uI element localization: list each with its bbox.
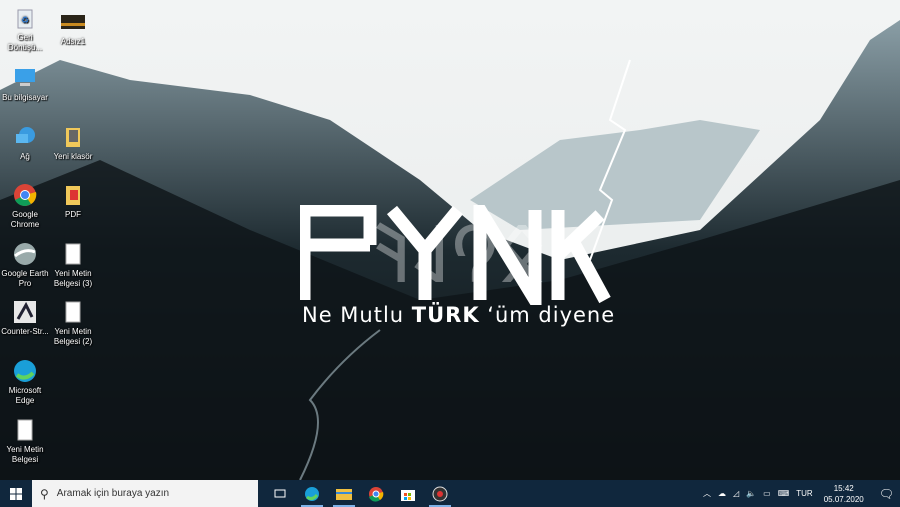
start-button[interactable] <box>0 480 32 507</box>
computer-icon <box>13 66 37 90</box>
taskbar: ⚲ Aramak için buraya yazın ︿ ☁ ◿ 🔈 ▭ ⌨ TU… <box>0 480 900 507</box>
chrome-icon <box>369 486 384 502</box>
text-file-icon <box>61 300 85 324</box>
runes-text: 𐰋𐰘𐰞𐰚 <box>374 208 546 301</box>
edge-icon <box>13 359 37 383</box>
folder-icon <box>336 489 352 500</box>
image-file-icon <box>61 10 85 34</box>
clock-date: 05.07.2020 <box>823 494 864 504</box>
text-file-icon <box>13 418 37 442</box>
desktop-icon-new-folder[interactable]: Yeni klasör <box>48 125 98 162</box>
search-placeholder: Aramak için buraya yazın <box>56 488 170 499</box>
wallpaper-slogan: Ne Mutlu TÜRK ‘üm diyene <box>302 303 615 327</box>
chrome-icon <box>13 183 37 207</box>
desktop-icon-recycle-bin[interactable]: ♻ Geri Dönüşü... <box>0 6 50 53</box>
desktop-icon-label: Counter-Str... <box>1 327 49 336</box>
taskbar-file-explorer[interactable] <box>328 480 360 507</box>
disc-icon <box>432 486 448 501</box>
keyboard-icon[interactable]: ⌨ <box>778 489 790 498</box>
svg-text:♻: ♻ <box>21 15 29 25</box>
edge-icon <box>305 486 319 501</box>
folder-icon <box>61 125 85 149</box>
desktop-icon-text[interactable]: Yeni Metin Belgesi <box>0 418 50 465</box>
store-icon <box>401 489 415 501</box>
windows-icon <box>10 487 22 500</box>
desktop-icon-label: Yeni Metin Belgesi <box>6 445 44 464</box>
desktop-icon-label: PDF <box>65 210 81 219</box>
notification-icon[interactable]: 🗨 <box>879 487 894 501</box>
desktop-icon-adsiz1[interactable]: Adsız1 <box>48 10 98 47</box>
taskbar-edge[interactable] <box>296 480 328 507</box>
recycle-bin-icon: ♻ <box>13 6 37 30</box>
task-view-button[interactable] <box>264 480 296 507</box>
desktop-icon-label: Google Earth Pro <box>1 269 49 288</box>
volume-icon[interactable]: 🔈 <box>746 489 756 498</box>
desktop-icon-label: Yeni klasör <box>53 152 93 161</box>
battery-icon[interactable]: ▭ <box>763 489 771 498</box>
onedrive-icon[interactable]: ☁ <box>718 489 726 498</box>
taskbar-store[interactable] <box>392 480 424 507</box>
network-icon <box>13 125 37 149</box>
task-view-icon <box>274 489 286 497</box>
desktop-icon-this-pc[interactable]: Bu bilgisayar <box>0 66 50 103</box>
clock-time: 15:42 <box>833 483 854 493</box>
desktop-icon-pdf[interactable]: PDF <box>48 183 98 220</box>
language-indicator[interactable]: TUR <box>796 489 812 498</box>
desktop-icon-text-3[interactable]: Yeni Metin Belgesi (3) <box>48 242 98 289</box>
desktop-icon-label: Yeni Metin Belgesi (3) <box>53 269 93 288</box>
text-file-icon <box>61 242 85 266</box>
chevron-up-icon[interactable]: ︿ <box>703 488 711 499</box>
google-earth-icon <box>13 242 37 266</box>
desktop-icon-google-earth[interactable]: Google Earth Pro <box>0 242 50 289</box>
slogan-text: Ne Mutlu <box>302 303 412 327</box>
desktop-icon-label: Yeni Metin Belgesi (2) <box>53 327 93 346</box>
desktop-icon-microsoft-edge[interactable]: Microsoft Edge <box>0 359 50 406</box>
desktop-icon-label: Bu bilgisayar <box>2 93 48 102</box>
taskbar-media-app[interactable] <box>424 480 456 507</box>
desktop-icon-text-2[interactable]: Yeni Metin Belgesi (2) <box>48 300 98 347</box>
desktop-icon-network[interactable]: Ağ <box>0 125 50 162</box>
slogan-bold: TÜRK <box>411 303 480 327</box>
system-tray: ︿ ☁ ◿ 🔈 ▭ ⌨ TUR 15:42 05.07.2020 🗨 <box>703 483 900 505</box>
taskbar-chrome[interactable] <box>360 480 392 507</box>
desktop-icon-google-chrome[interactable]: Google Chrome <box>0 183 50 230</box>
search-box[interactable]: ⚲ Aramak için buraya yazın <box>32 480 258 507</box>
desktop-icon-counter-strike[interactable]: Counter-Str... <box>0 300 50 337</box>
desktop-icon-label: Microsoft Edge <box>8 386 42 405</box>
desktop-icon-label: Google Chrome <box>10 210 40 229</box>
desktop-icon-label: Adsız1 <box>60 37 86 46</box>
clock[interactable]: 15:42 05.07.2020 <box>824 483 864 505</box>
desktop-icon-label: Geri Dönüşü... <box>7 33 43 52</box>
wallpaper-runes-logo: 𐰋𐰘𐰞𐰚 <box>300 205 620 305</box>
search-icon: ⚲ <box>40 486 49 501</box>
folder-icon <box>61 183 85 207</box>
counter-strike-icon <box>13 300 37 324</box>
wifi-icon[interactable]: ◿ <box>733 489 739 498</box>
desktop-icon-label: Ağ <box>20 152 30 161</box>
slogan-text: ‘üm diyene <box>479 303 616 327</box>
